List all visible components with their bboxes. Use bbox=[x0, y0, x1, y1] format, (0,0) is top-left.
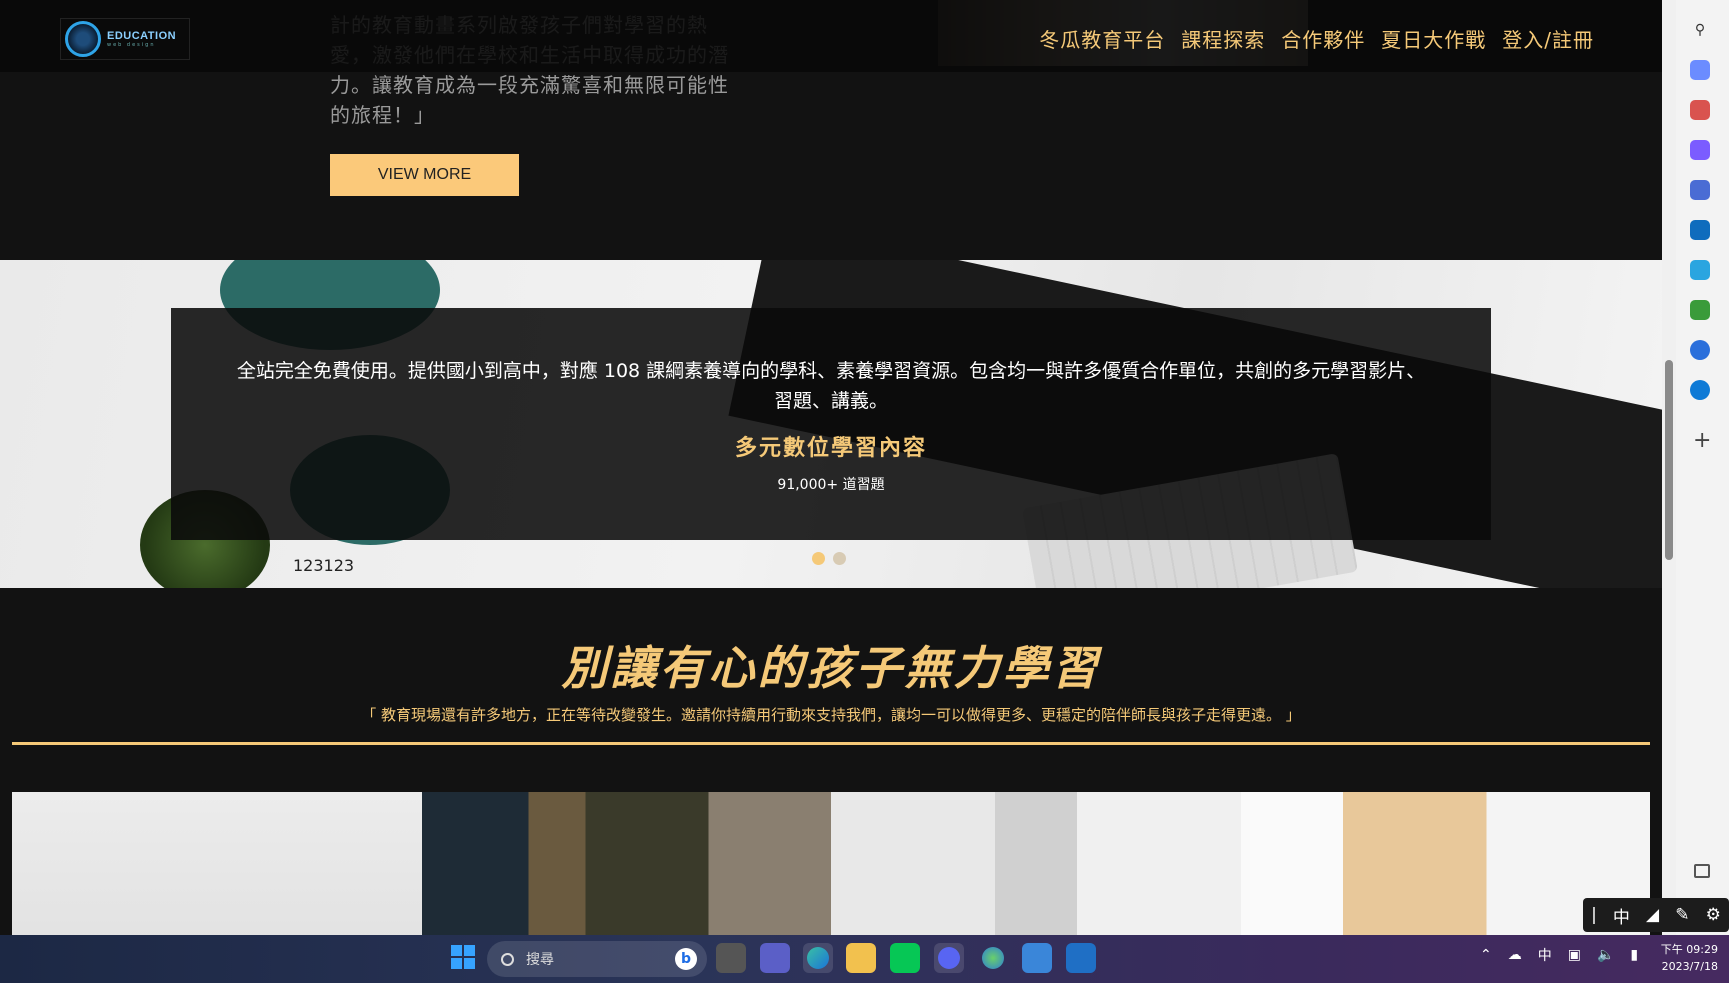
network-icon[interactable]: ▣ bbox=[1568, 947, 1581, 963]
nav-item-summer[interactable]: 夏日大作戰 bbox=[1381, 24, 1486, 53]
view-more-button[interactable]: VIEW MORE bbox=[330, 154, 519, 196]
line-app-icon[interactable] bbox=[890, 943, 920, 973]
gallery-image-3[interactable] bbox=[831, 792, 1241, 935]
tree-icon[interactable] bbox=[1690, 300, 1710, 320]
people-icon[interactable] bbox=[1690, 140, 1710, 160]
add-sidebar-app-icon[interactable]: + bbox=[1693, 428, 1711, 453]
vscode-icon[interactable] bbox=[1066, 943, 1096, 973]
copilot-icon[interactable] bbox=[1690, 340, 1710, 360]
search-icon bbox=[501, 952, 514, 966]
nav-item-partners[interactable]: 合作夥伴 bbox=[1281, 24, 1365, 53]
office-icon[interactable] bbox=[1690, 180, 1710, 200]
notepad-icon[interactable] bbox=[1022, 943, 1052, 973]
clock-date: 2023/7/18 bbox=[1661, 960, 1718, 973]
tag-icon[interactable] bbox=[1690, 60, 1710, 80]
ime-mode-toggle[interactable]: 中 bbox=[1613, 903, 1630, 928]
windows-taskbar: 搜尋 b ⌃ ☁ 中 ▣ 🔈 ▮ 下午 09:29 2023/7/18 bbox=[0, 935, 1729, 983]
banner-caption: 123123 bbox=[293, 556, 355, 575]
mission-title: 別讓有心的孩子無力學習 bbox=[561, 641, 1101, 695]
ime-pen-icon[interactable]: ✎ bbox=[1675, 905, 1689, 925]
logo-globe-icon bbox=[65, 21, 101, 57]
mission-subtitle: 「 教育現場還有許多地方，正在等待改變發生。邀請你持續用行動來支持我們，讓均一可… bbox=[361, 706, 1301, 724]
teams-chat-icon[interactable] bbox=[760, 943, 790, 973]
battery-icon[interactable]: ▮ bbox=[1630, 947, 1638, 963]
photo-gallery bbox=[12, 792, 1650, 935]
gallery-image-1[interactable] bbox=[12, 792, 422, 935]
input-language[interactable]: 中 bbox=[1538, 945, 1552, 965]
banner-description: 全站完全免費使用。提供國小到高中，對應 108 課綱素養導向的學科、素養學習資源… bbox=[236, 360, 1426, 412]
sidebar-layout-icon[interactable] bbox=[1694, 864, 1710, 878]
ime-settings-icon[interactable]: ⚙ bbox=[1706, 905, 1721, 925]
logo-subtitle: web design bbox=[107, 42, 156, 48]
send-icon[interactable] bbox=[1690, 260, 1710, 280]
logo-title: EDUCATION bbox=[107, 30, 177, 42]
nav-item-login[interactable]: 登入/註冊 bbox=[1502, 24, 1594, 53]
banner-title: 多元數位學習內容 bbox=[734, 436, 927, 461]
feature-banner: 全站完全免費使用。提供國小到高中，對應 108 課綱素養導向的學科、素養學習資源… bbox=[0, 260, 1662, 588]
carousel-dot-2[interactable] bbox=[833, 552, 846, 565]
task-view-icon[interactable] bbox=[716, 943, 746, 973]
sidebar-icons: ⚲ bbox=[1690, 20, 1710, 400]
onedrive-cloud-icon[interactable]: ☁ bbox=[1508, 947, 1522, 963]
banner-count: 91,000+ 道習題 bbox=[777, 477, 885, 493]
clock-time: 下午 09:29 bbox=[1660, 943, 1718, 956]
globe-app-icon[interactable] bbox=[978, 943, 1008, 973]
site-header: EDUCATION web design 冬瓜教育平台 課程探索 合作夥伴 夏日… bbox=[0, 0, 1662, 72]
ime-toolbar: | 中 ◢ ✎ ⚙ bbox=[1583, 898, 1729, 932]
banner-overlay-card: 全站完全免費使用。提供國小到高中，對應 108 課綱素養導向的學科、素養學習資源… bbox=[171, 308, 1491, 540]
scrollbar-thumb[interactable] bbox=[1665, 360, 1673, 560]
site-logo[interactable]: EDUCATION web design bbox=[60, 18, 190, 60]
taskbar-clock[interactable]: 下午 09:29 2023/7/18 bbox=[1640, 941, 1718, 975]
toolbox-icon[interactable] bbox=[1690, 100, 1710, 120]
carousel-dot-1[interactable] bbox=[812, 552, 825, 565]
file-explorer-icon[interactable] bbox=[846, 943, 876, 973]
edge-browser-icon[interactable] bbox=[803, 943, 833, 973]
section-divider bbox=[12, 742, 1650, 745]
bing-icon[interactable]: b bbox=[675, 948, 697, 970]
system-tray: ⌃ ☁ 中 ▣ 🔈 ▮ bbox=[1480, 945, 1638, 965]
search-icon[interactable]: ⚲ bbox=[1690, 20, 1710, 40]
carousel-dots bbox=[812, 552, 846, 565]
main-nav: 冬瓜教育平台 課程探索 合作夥伴 夏日大作戰 登入/註冊 bbox=[1039, 24, 1594, 53]
windows-start-icon[interactable] bbox=[451, 945, 475, 969]
discord-icon[interactable] bbox=[934, 943, 964, 973]
nav-item-platform[interactable]: 冬瓜教育平台 bbox=[1039, 24, 1165, 53]
volume-icon[interactable]: 🔈 bbox=[1597, 947, 1614, 963]
taskbar-search[interactable]: 搜尋 b bbox=[487, 941, 707, 977]
ime-handle-icon[interactable]: | bbox=[1591, 905, 1597, 925]
page-scrollbar[interactable] bbox=[1662, 0, 1676, 935]
browser-viewport: 計的教育動畫系列啟發孩子們對學習的熱愛，激發他們在學校和生活中取得成功的潛力。讓… bbox=[0, 0, 1662, 935]
translator-icon[interactable] bbox=[1690, 380, 1710, 400]
ime-width-icon[interactable]: ◢ bbox=[1646, 905, 1659, 925]
taskbar-search-placeholder: 搜尋 bbox=[526, 952, 554, 968]
nav-item-courses[interactable]: 課程探索 bbox=[1181, 24, 1265, 53]
gallery-image-2[interactable] bbox=[421, 792, 831, 935]
outlook-icon[interactable] bbox=[1690, 220, 1710, 240]
show-hidden-icons-chevron-icon[interactable]: ⌃ bbox=[1480, 947, 1492, 963]
